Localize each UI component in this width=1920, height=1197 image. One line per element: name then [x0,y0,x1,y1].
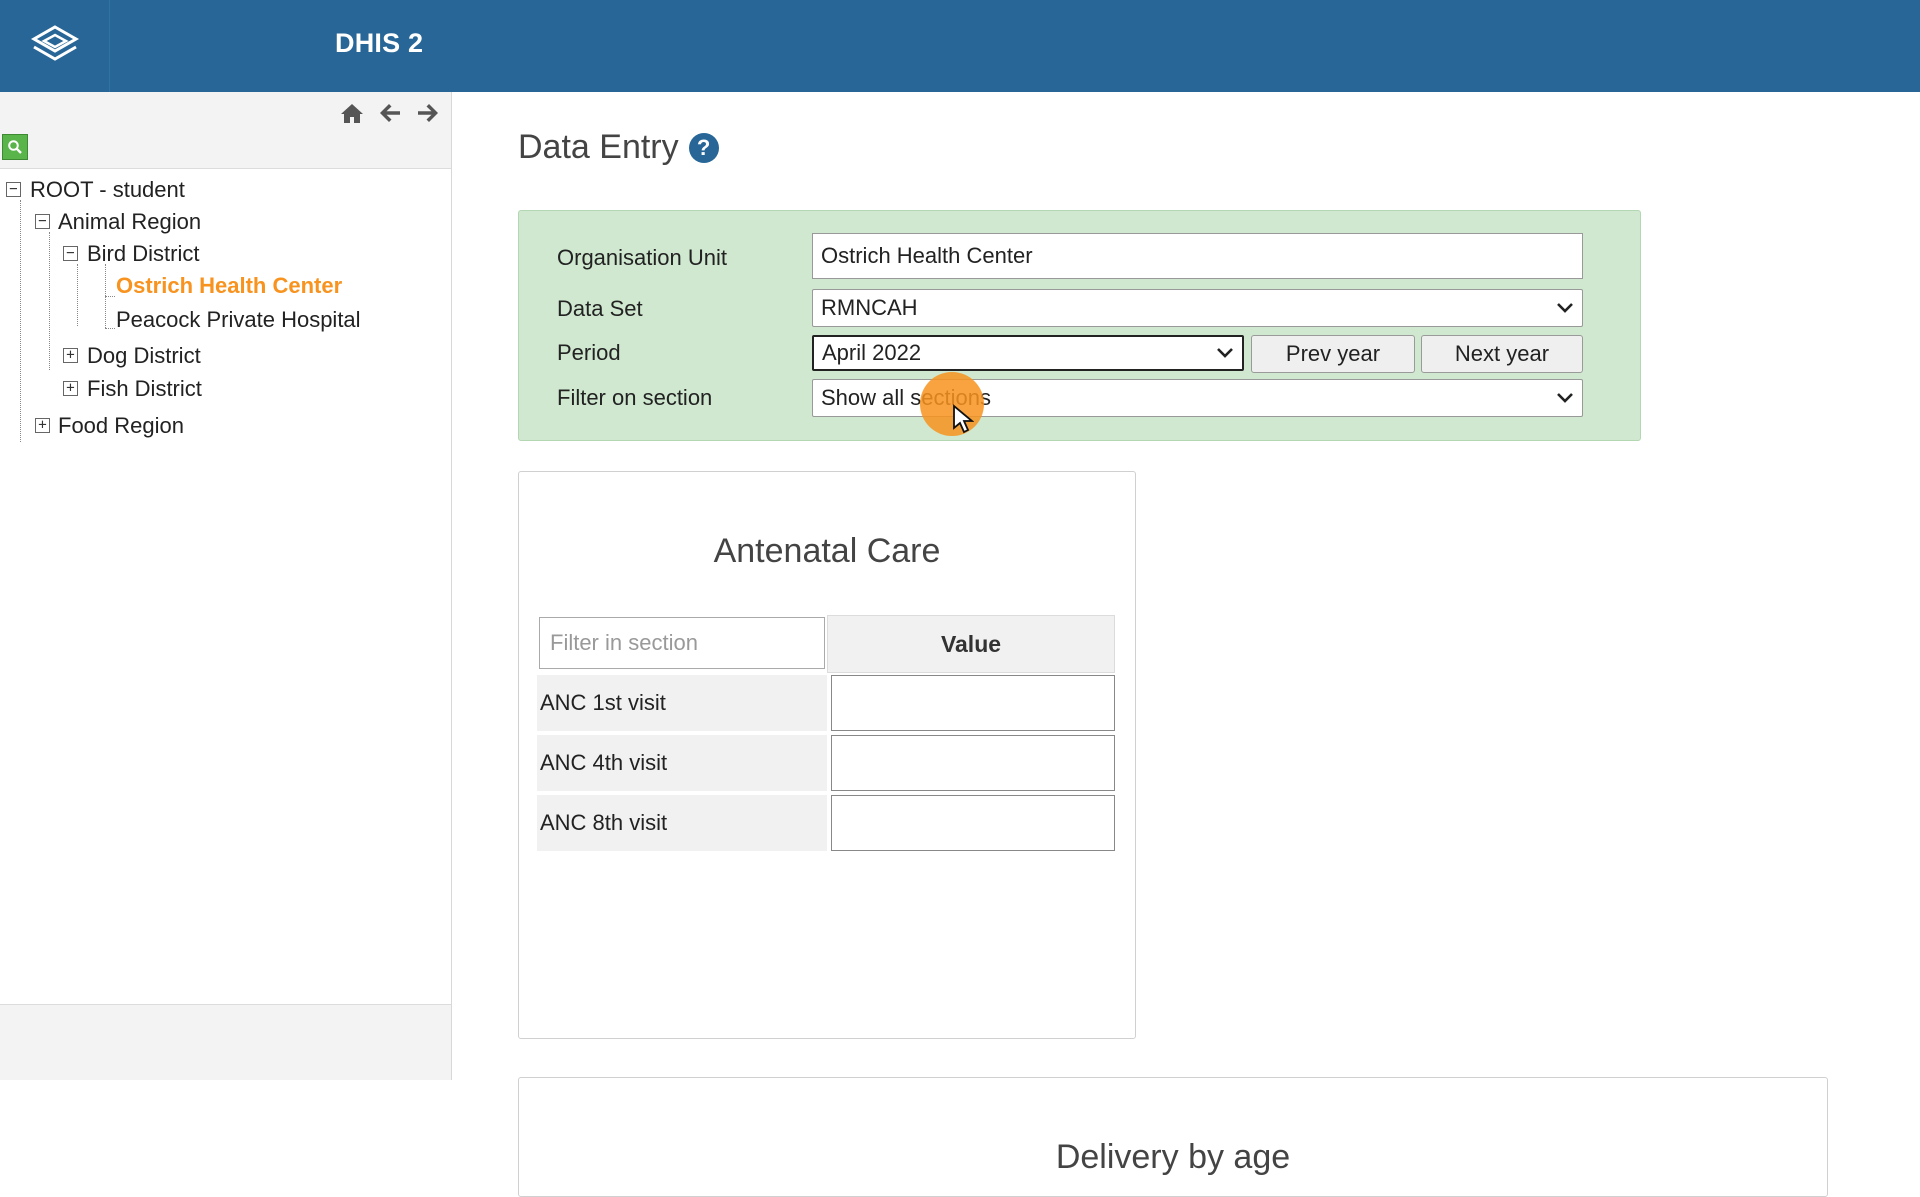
page-title: Data Entry ? [518,128,719,167]
search-icon [8,140,22,154]
tree-node-animal-region[interactable]: − Animal Region [35,208,201,236]
tree-node-dog-district[interactable]: + Dog District [63,342,201,370]
collapse-icon[interactable]: − [63,246,78,261]
sidebar-footer [0,1004,451,1080]
filter-section-label: Filter on section [557,385,713,410]
value-input-anc-8th-visit[interactable] [831,795,1115,851]
header-bar: DHIS 2 [0,0,1920,92]
collapse-icon[interactable]: − [6,182,21,197]
next-year-button[interactable]: Next year [1421,335,1583,373]
arrow-right-icon[interactable] [415,100,441,126]
tree-node-fish-district[interactable]: + Fish District [63,375,202,403]
tree-line [49,232,50,370]
expand-icon[interactable]: + [63,381,78,396]
search-button[interactable] [2,134,28,160]
expand-icon[interactable]: + [35,418,50,433]
logo-button[interactable] [0,0,110,92]
value-column-header: Value [827,615,1115,673]
dhis2-logo-icon [30,25,79,61]
section-card-antenatal-care: Antenatal Care Value ANC 1st visit ANC 4… [518,471,1136,1039]
prev-year-button[interactable]: Prev year [1251,335,1415,373]
tree-node-bird-district[interactable]: − Bird District [63,240,199,268]
chevron-down-icon [1557,303,1573,313]
tree-nav-icons [339,100,441,126]
tree-node-root[interactable]: − ROOT - student [6,176,185,204]
app-title: DHIS 2 [335,28,424,58]
tree-node-peacock-private-hospital[interactable]: Peacock Private Hospital [116,306,361,334]
period-select[interactable]: April 2022 [812,335,1244,371]
collapse-icon[interactable]: − [35,214,50,229]
sidebar-toolbar [0,92,451,169]
arrow-left-icon[interactable] [377,100,403,126]
main-content: Data Entry ? Organisation Unit Ostrich H… [452,92,1920,1197]
org-unit-field[interactable]: Ostrich Health Center [812,233,1583,279]
home-icon[interactable] [339,100,365,126]
value-input-anc-1st-visit[interactable] [831,675,1115,731]
expand-icon[interactable]: + [63,348,78,363]
selection-panel: Organisation Unit Ostrich Health Center … [518,210,1641,441]
section-title: Antenatal Care [713,532,941,570]
filter-in-section-input[interactable] [539,617,825,669]
section-card-delivery-by-age: Delivery by age [518,1077,1828,1197]
data-set-label: Data Set [557,296,643,321]
value-input-anc-4th-visit[interactable] [831,735,1115,791]
section-title: Delivery by age [1055,1138,1291,1176]
chevron-down-icon [1557,393,1573,403]
tree-line [105,296,115,297]
row-label-anc-4th-visit: ANC 4th visit [537,735,827,791]
tree-node-food-region[interactable]: + Food Region [35,412,184,440]
row-label-anc-1st-visit: ANC 1st visit [537,675,827,731]
org-unit-sidebar: − ROOT - student − Animal Region − Bird … [0,92,452,1080]
org-unit-label: Organisation Unit [557,245,727,270]
tree-line [20,200,21,442]
period-label: Period [557,340,621,365]
chevron-down-icon [1217,348,1233,358]
mouse-cursor-icon [953,404,974,434]
tree-line [105,328,115,329]
row-label-anc-8th-visit: ANC 8th visit [537,795,827,851]
data-set-select[interactable]: RMNCAH [812,289,1583,327]
help-icon[interactable]: ? [688,132,719,163]
tree-line [77,264,78,326]
tree-node-ostrich-health-center[interactable]: Ostrich Health Center [116,272,342,300]
